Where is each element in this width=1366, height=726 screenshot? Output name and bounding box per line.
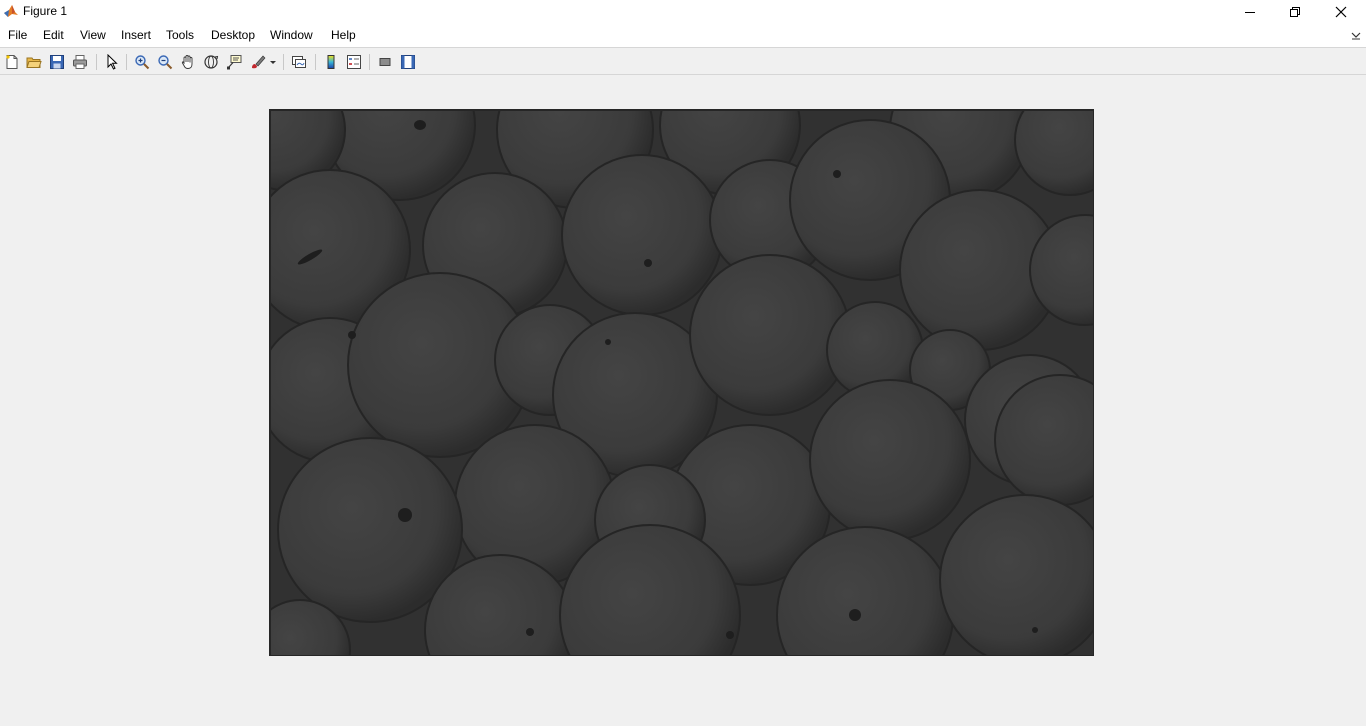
insert-colorbar-icon xyxy=(327,55,335,69)
rotate-3d-button[interactable] xyxy=(202,53,220,71)
minimize-button[interactable] xyxy=(1227,0,1273,24)
show-plot-tools-icon xyxy=(401,55,415,69)
print-icon xyxy=(73,55,87,69)
link-plot-button[interactable] xyxy=(290,53,308,71)
title-bar: Figure 1 xyxy=(0,0,1366,24)
toolbar-separator xyxy=(369,54,370,70)
menu-overflow-icon[interactable] xyxy=(1350,30,1362,42)
toolbar-separator xyxy=(96,54,97,70)
link-plot-icon xyxy=(292,56,306,68)
hide-plot-tools-button[interactable] xyxy=(376,53,394,71)
menu-bar: File Edit View Insert Tools Desktop Wind… xyxy=(0,24,1366,47)
restore-icon xyxy=(1290,7,1300,17)
hide-plot-tools-icon xyxy=(379,58,391,66)
toolbar-separator xyxy=(126,54,127,70)
close-button[interactable] xyxy=(1318,0,1364,24)
save-icon xyxy=(50,55,64,69)
open-file-button[interactable] xyxy=(25,53,43,71)
maximize-button[interactable] xyxy=(1272,0,1318,24)
new-figure-button[interactable] xyxy=(3,53,21,71)
menu-help[interactable]: Help xyxy=(331,28,356,42)
minimize-icon xyxy=(1245,12,1255,13)
insert-legend-icon xyxy=(347,55,361,69)
menu-view[interactable]: View xyxy=(80,28,106,42)
save-button[interactable] xyxy=(48,53,66,71)
edit-plot-button[interactable] xyxy=(103,53,121,71)
zoom-in-icon xyxy=(135,55,150,70)
menu-file[interactable]: File xyxy=(8,28,27,42)
insert-legend-button[interactable] xyxy=(345,53,363,71)
menu-insert[interactable]: Insert xyxy=(121,28,151,42)
print-button[interactable] xyxy=(71,53,89,71)
brush-icon xyxy=(252,55,276,69)
close-icon xyxy=(1335,6,1347,18)
figure-toolbar xyxy=(0,47,1366,75)
pan-button[interactable] xyxy=(179,53,197,71)
brush-button[interactable] xyxy=(250,53,278,71)
pan-icon xyxy=(181,55,193,69)
zoom-out-icon xyxy=(158,55,173,70)
show-plot-tools-button[interactable] xyxy=(399,53,417,71)
menu-edit[interactable]: Edit xyxy=(43,28,64,42)
oranges-grayscale-image xyxy=(270,110,1093,655)
matlab-logo-icon xyxy=(3,3,19,19)
open-file-icon xyxy=(26,57,42,68)
toolbar-separator xyxy=(315,54,316,70)
menu-desktop[interactable]: Desktop xyxy=(211,28,255,42)
data-cursor-button[interactable] xyxy=(225,53,243,71)
figure-axes[interactable] xyxy=(269,109,1094,656)
new-figure-icon xyxy=(6,55,18,69)
zoom-in-button[interactable] xyxy=(133,53,151,71)
rotate-3d-icon xyxy=(204,55,219,69)
edit-plot-icon xyxy=(107,54,118,70)
menu-window[interactable]: Window xyxy=(270,28,313,42)
window-title: Figure 1 xyxy=(23,4,68,18)
toolbar-separator xyxy=(283,54,284,70)
insert-colorbar-button[interactable] xyxy=(322,53,340,71)
data-cursor-icon xyxy=(227,55,242,70)
zoom-out-button[interactable] xyxy=(156,53,174,71)
menu-tools[interactable]: Tools xyxy=(166,28,194,42)
